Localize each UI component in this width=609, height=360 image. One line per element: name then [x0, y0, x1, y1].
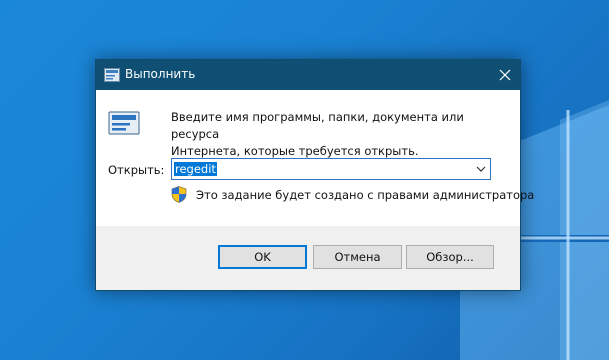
run-app-icon [104, 68, 120, 82]
open-combobox[interactable]: regedit [171, 158, 491, 180]
chevron-down-icon[interactable] [474, 162, 488, 176]
close-icon [499, 69, 511, 81]
title-bar: Выполнить [96, 60, 520, 90]
admin-note: Это задание будет создано с правами адми… [196, 188, 535, 202]
open-input-value[interactable]: regedit [174, 162, 217, 176]
cancel-button[interactable]: Отмена [313, 245, 402, 269]
run-dialog: Выполнить Введите имя программы, папки, … [95, 59, 534, 291]
description-text: Введите имя программы, папки, документа … [171, 109, 501, 160]
ok-button[interactable]: OK [218, 245, 307, 269]
close-button[interactable] [490, 60, 520, 90]
desktop-background: Выполнить Введите имя программы, папки, … [0, 0, 609, 360]
uac-shield-icon [171, 186, 187, 203]
dialog-content: Введите имя программы, папки, документа … [96, 90, 534, 226]
browse-button[interactable]: Обзор... [406, 245, 494, 269]
window-title: Выполнить [125, 67, 196, 81]
description-line: Введите имя программы, папки, документа … [171, 110, 464, 141]
run-app-icon [108, 111, 140, 135]
open-label: Открыть: [108, 163, 165, 177]
button-bar: OK Отмена Обзор... [96, 226, 520, 290]
